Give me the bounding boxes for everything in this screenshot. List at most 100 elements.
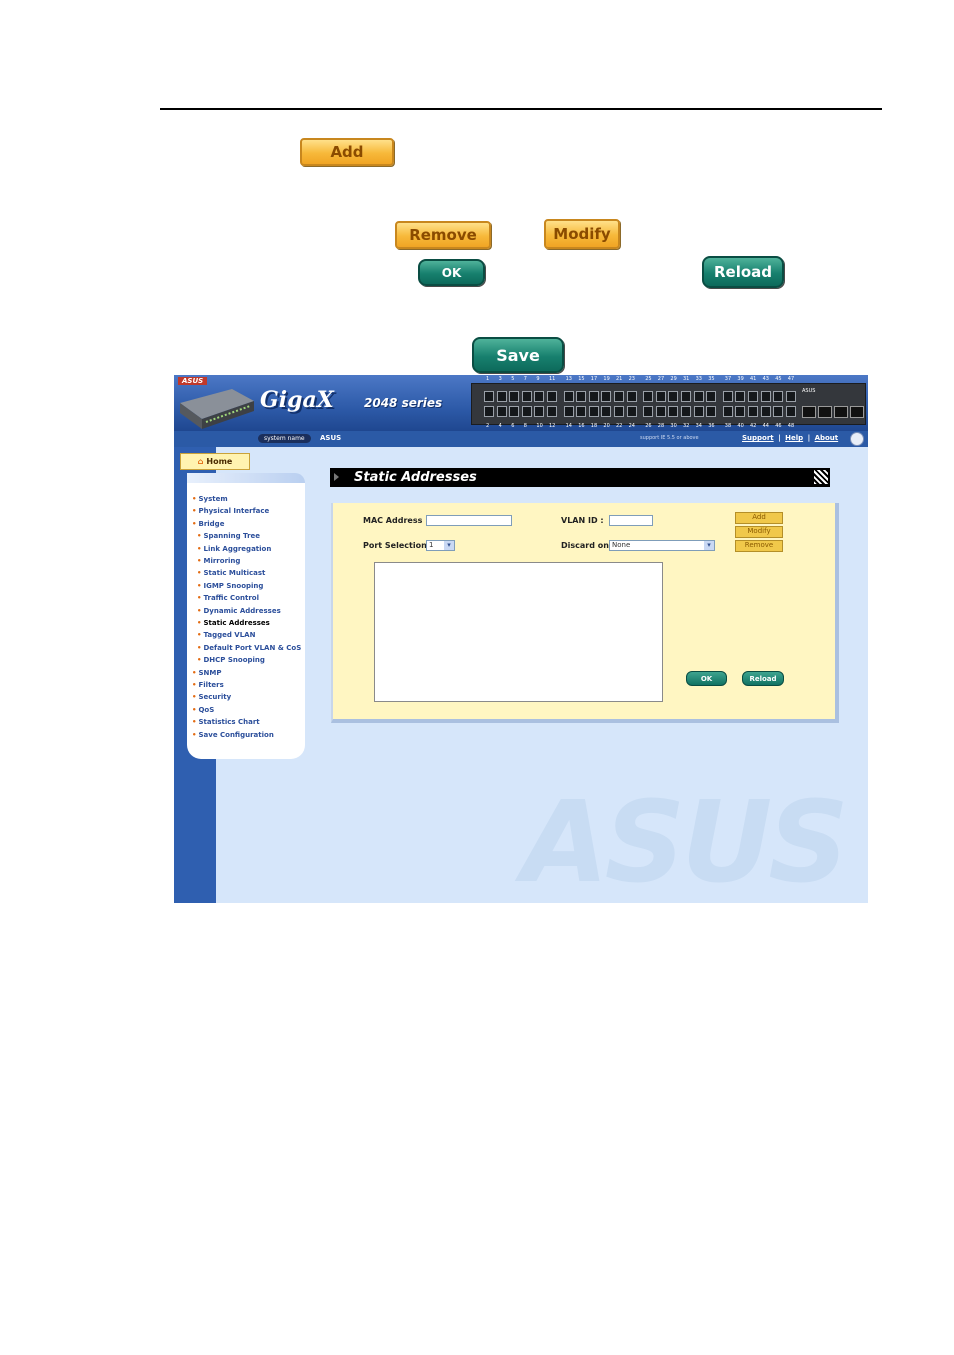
port-number-label: 23 [628,376,635,382]
panel-brand: ASUS [802,388,816,394]
port-number-label: 42 [750,423,757,429]
ethernet-port-icon [722,406,733,417]
port-number-label: 26 [645,423,652,429]
sidebar-item-traffic-control[interactable]: • Traffic Control [197,594,259,602]
port-number-label: 16 [578,423,585,429]
legend-modify-button[interactable]: Modify [544,219,620,249]
sidebar-item-label: Default Port VLAN & CoS [203,643,302,652]
logout-icon[interactable] [850,432,864,446]
reload-button[interactable]: Reload [742,671,784,686]
sidebar-item-dhcp-snooping[interactable]: • DHCP Snooping [197,656,265,664]
port-number-label: 43 [762,376,769,382]
ethernet-port-icon [655,391,666,402]
legend-add-button[interactable]: Add [300,138,394,166]
title-arrow-icon [334,473,339,481]
port-number-label: 4 [498,423,502,429]
sidebar-item-label: Security [198,693,232,702]
bullet-icon: • [192,705,197,714]
legend-save-button[interactable]: Save [472,337,564,373]
bullet-icon: • [192,495,197,503]
ethernet-port-icon [760,391,771,402]
sidebar-item-static-addresses[interactable]: • Static Addresses [197,619,270,627]
bullet-icon: • [192,718,197,727]
sidebar-item-save-configuration[interactable]: • Save Configuration [192,731,274,739]
support-link[interactable]: Support [742,434,774,442]
home-icon: ⌂ [197,457,204,466]
port-selection-select[interactable]: 1 ▾ [426,540,455,551]
ethernet-port-icon [576,391,587,402]
port-number-label: 40 [737,423,744,429]
chevron-down-icon: ▾ [444,541,454,550]
sidebar-item-mirroring[interactable]: • Mirroring [197,557,240,565]
ethernet-port-icon [614,391,624,402]
port-number-label: 15 [578,376,585,382]
uplink-port-icon [850,406,864,418]
add-button[interactable]: Add [735,512,783,524]
ethernet-port-icon [706,406,717,417]
port-panel: ASUS [471,383,866,425]
sidebar-item-security[interactable]: • Security [192,693,231,701]
sidebar-item-physical-interface[interactable]: • Physical Interface [192,507,269,515]
sidebar-item-label: SNMP [198,668,222,677]
sidebar-item-snmp[interactable]: • SNMP [192,669,221,677]
port-number-label: 13 [565,376,572,382]
port-number-label: 48 [787,423,795,429]
legend-remove-button[interactable]: Remove [395,221,491,249]
port-number-label: 7 [523,376,527,382]
legend-reload-button[interactable]: Reload [702,256,784,288]
ethernet-port-icon [547,391,557,402]
sidebar-item-tagged-vlan[interactable]: • Tagged VLAN [197,631,255,639]
port-number-label: 27 [657,376,665,382]
modify-button[interactable]: Modify [735,526,783,538]
home-tab[interactable]: ⌂ Home [180,453,250,470]
port-number-label: 18 [590,423,598,429]
port-number-label: 17 [590,376,598,382]
product-series: 2048 series [364,396,443,410]
sidebar-item-spanning-tree[interactable]: • Spanning Tree [197,532,260,540]
port-numbers-bottom: 2 4 6 8 10 12 14 16 18 20 22 24 26 28 30 32 34 36 38 40 42 44… [486,423,806,430]
mac-address-input[interactable] [426,515,512,526]
sidebar-item-statistics-chart[interactable]: • Statistics Chart [192,718,260,726]
switch-image [180,389,254,429]
static-address-list[interactable] [374,562,663,702]
system-name-label: system name [258,434,311,443]
ethernet-port-icon [643,406,654,417]
ethernet-port-icon [668,406,679,417]
port-number-label: 10 [536,423,543,429]
ethernet-port-icon [626,406,637,417]
sidebar-item-default-port-vlan-cos[interactable]: • Default Port VLAN & CoS [197,644,301,652]
vlan-id-input[interactable] [609,515,653,526]
port-number-label: 1 [486,376,490,382]
discard-on-select[interactable]: None ▾ [609,540,715,551]
about-link[interactable]: About [815,434,839,442]
ethernet-port-icon [655,406,666,417]
discard-on-label: Discard on: [561,541,613,550]
remove-button[interactable]: Remove [735,540,783,552]
sidebar-item-bridge[interactable]: • Bridge [192,520,224,528]
bullet-icon: • [192,668,197,677]
product-name: GigaX [260,387,334,413]
sidebar-item-link-aggregation[interactable]: • Link Aggregation [197,545,271,553]
sidebar-item-dynamic-addresses[interactable]: • Dynamic Addresses [197,607,281,615]
port-number-label: 45 [775,376,782,382]
port-number-label: 36 [708,423,715,429]
uplink-port-icon [834,406,848,418]
sidebar-item-igmp-snooping[interactable]: • IGMP Snooping [197,582,263,590]
bullet-icon: • [197,594,202,603]
ethernet-port-icon [563,391,574,402]
ok-button[interactable]: OK [686,671,727,686]
port-number-label: 29 [670,376,677,382]
ethernet-port-icon [626,391,637,402]
legend-ok-button[interactable]: OK [418,259,485,286]
sidebar-item-label: Bridge [198,519,225,528]
port-number-label: 35 [708,376,715,382]
sidebar-item-static-multicast[interactable]: • Static Multicast [197,569,265,577]
ethernet-port-icon [785,391,796,402]
help-link[interactable]: Help [785,434,803,442]
ethernet-port-icon [509,406,520,417]
sidebar-item-filters[interactable]: • Filters [192,681,224,689]
sidebar-item-system[interactable]: • System [192,495,228,503]
bullet-icon: • [197,581,202,590]
sidebar-item-qos[interactable]: • QoS [192,706,214,714]
sidebar-item-label: Link Aggregation [203,544,272,553]
